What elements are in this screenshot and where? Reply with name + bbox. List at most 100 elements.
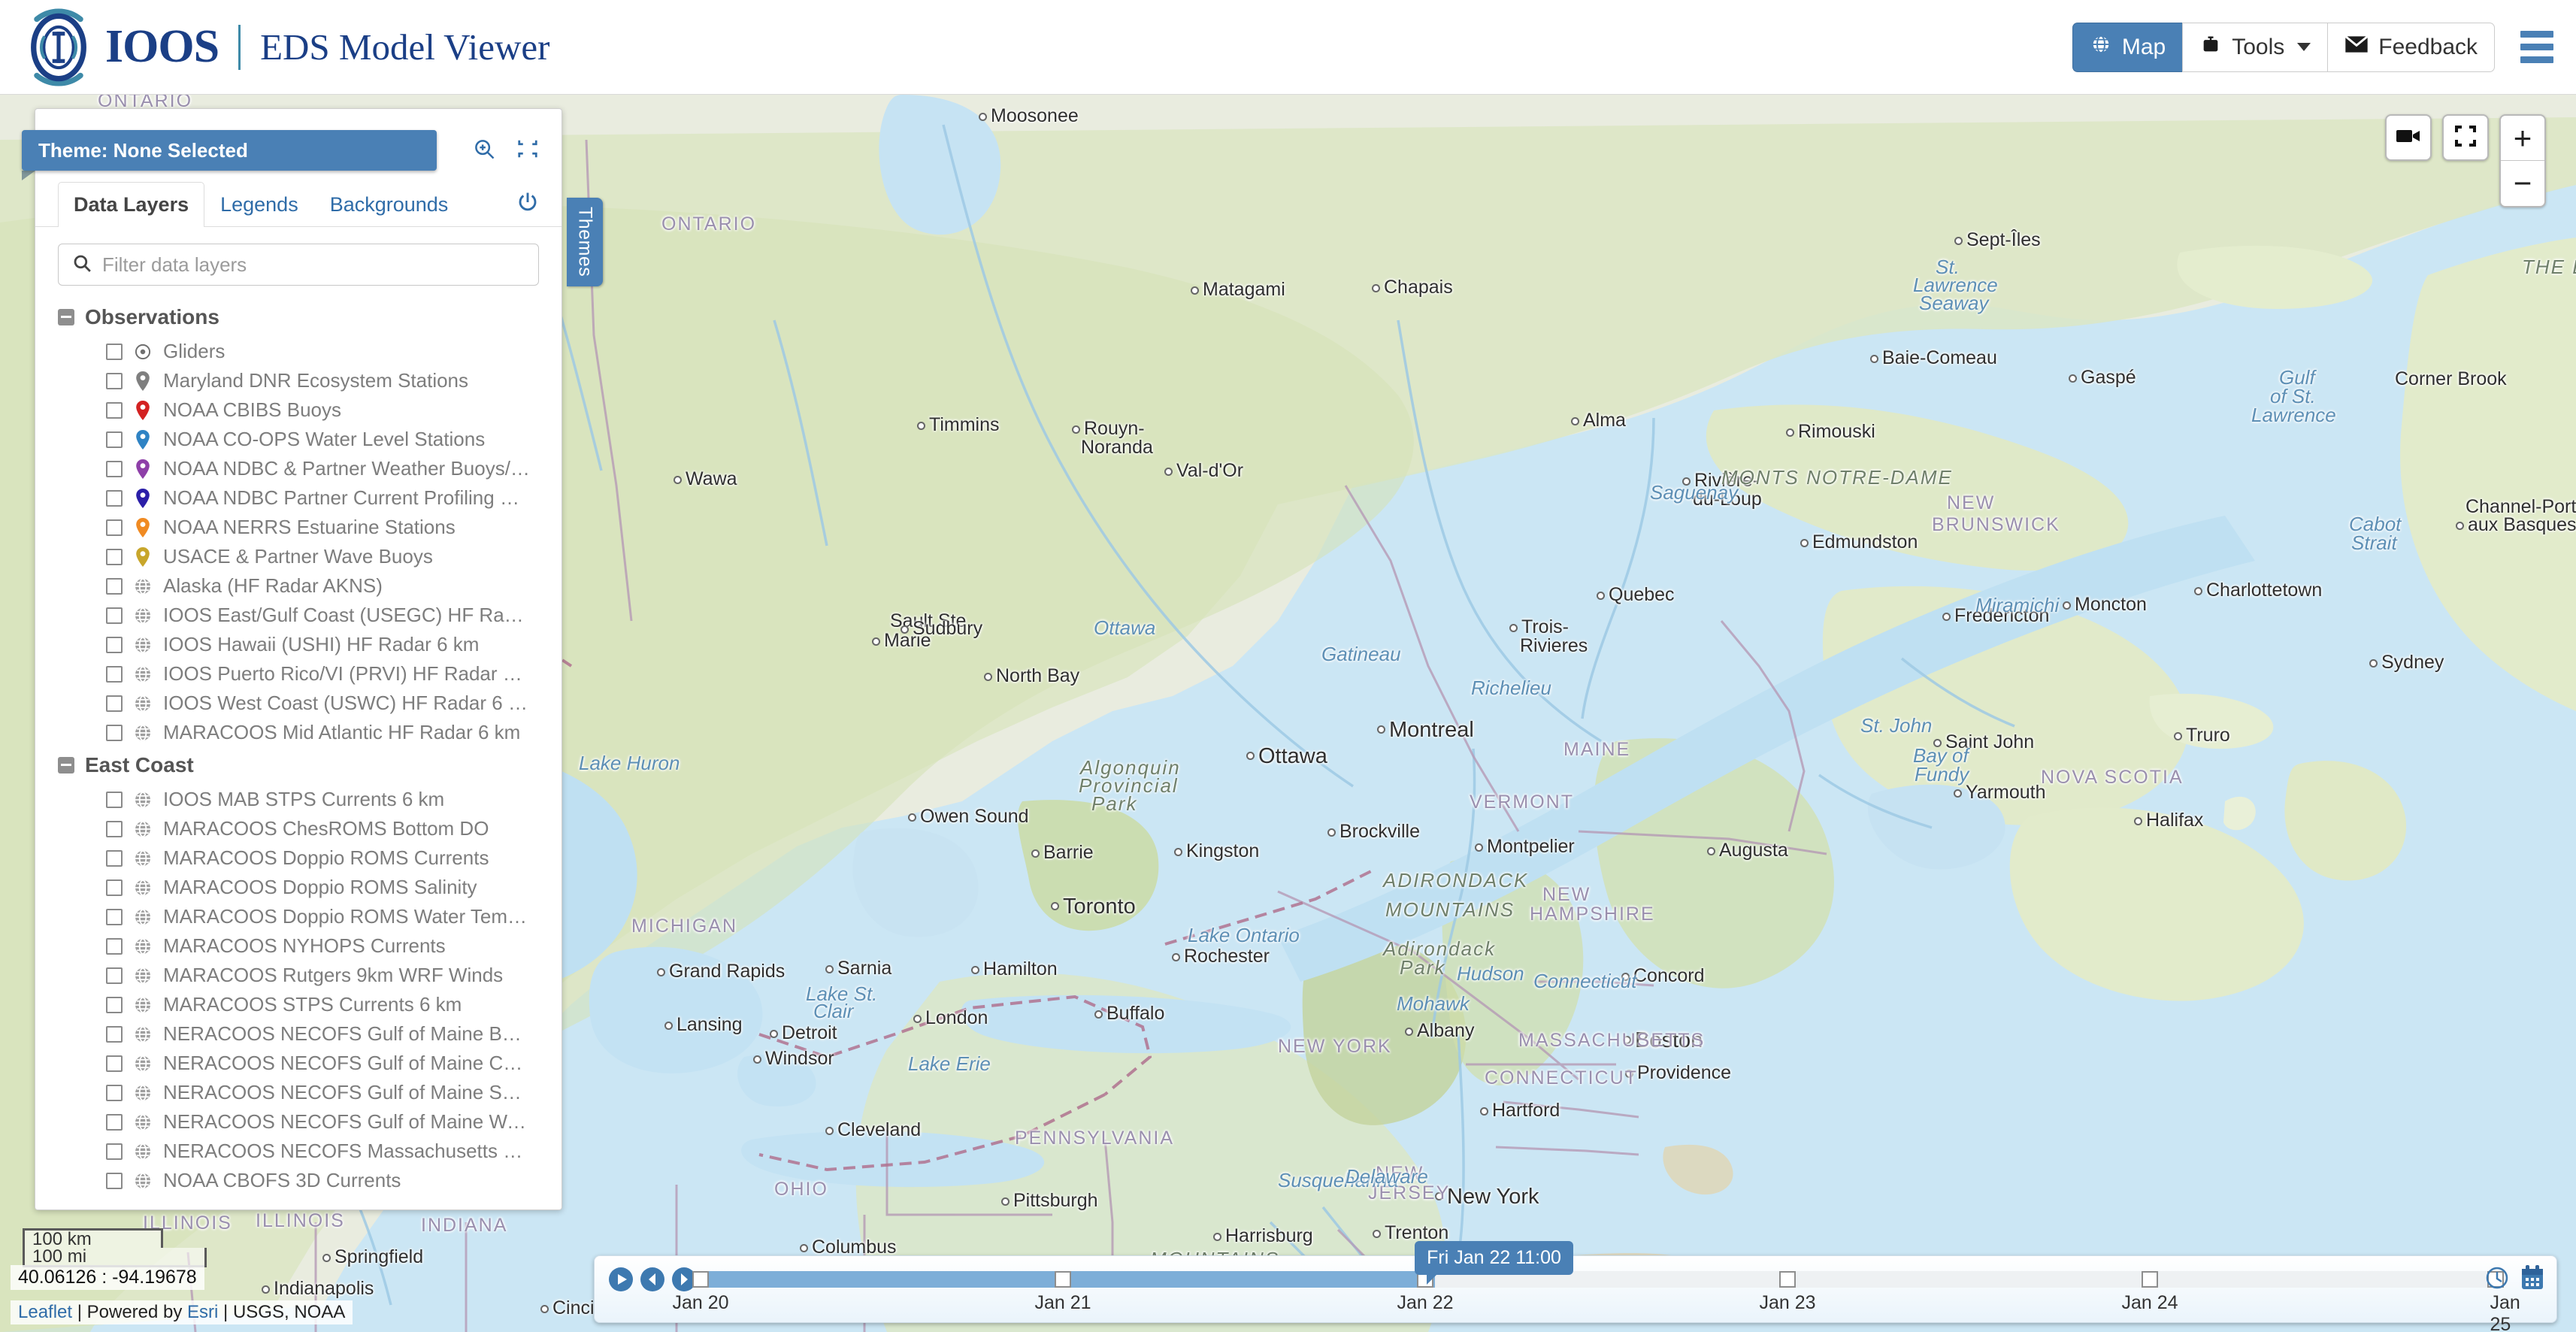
layer-row[interactable]: IOOS Puerto Rico/VI (PRVI) HF Radar 6 km <box>35 659 562 689</box>
tab-legends[interactable]: Legends <box>204 182 314 227</box>
layer-checkbox[interactable] <box>106 401 123 419</box>
layer-checkbox[interactable] <box>106 791 123 808</box>
fullscreen-button[interactable] <box>2442 114 2489 161</box>
layer-checkbox[interactable] <box>106 967 123 984</box>
layer-checkbox[interactable] <box>106 695 123 712</box>
play-button-icon[interactable] <box>608 1267 634 1292</box>
layer-checkbox[interactable] <box>106 607 123 624</box>
layer-checkbox[interactable] <box>106 636 123 653</box>
timeline-tick[interactable] <box>1055 1271 1071 1288</box>
layer-list[interactable]: Observations Gliders Maryland DNR Ecosyste… <box>35 292 562 1209</box>
layer-checkbox[interactable] <box>106 996 123 1013</box>
layer-checkbox[interactable] <box>106 1172 123 1189</box>
layer-checkbox[interactable] <box>106 937 123 955</box>
layer-row[interactable]: Maryland DNR Ecosystem Stations <box>35 366 562 395</box>
layer-row[interactable]: NOAA CO-OPS Water Level Stations <box>35 425 562 454</box>
record-video-button[interactable] <box>2385 114 2432 161</box>
layer-checkbox[interactable] <box>106 1084 123 1101</box>
layer-row[interactable]: NOAA NDBC Partner Current Profiling Stat… <box>35 483 562 513</box>
layer-row[interactable]: MARACOOS Doppio ROMS Currents <box>35 843 562 873</box>
layer-row[interactable]: NOAA CBOFS 3D Currents <box>35 1166 562 1195</box>
layer-row[interactable]: NOAA CBIBS Buoys <box>35 395 562 425</box>
clock-icon[interactable] <box>2484 1265 2510 1294</box>
collapse-minus-icon[interactable] <box>58 309 74 325</box>
layer-checkbox[interactable] <box>106 1143 123 1160</box>
timeline-tick[interactable] <box>692 1271 709 1288</box>
layer-checkbox[interactable] <box>106 577 123 595</box>
layer-row[interactable]: NERACOOS NECOFS Gulf of Maine Currents <box>35 1049 562 1078</box>
calendar-icon[interactable] <box>2520 1265 2544 1294</box>
timeline-tick[interactable] <box>2142 1271 2158 1288</box>
layer-checkbox[interactable] <box>106 460 123 477</box>
layer-checkbox[interactable] <box>106 1025 123 1043</box>
layer-checkbox[interactable] <box>106 665 123 683</box>
layer-checkbox[interactable] <box>106 489 123 507</box>
layer-checkbox[interactable] <box>106 820 123 837</box>
layer-checkbox[interactable] <box>106 1113 123 1131</box>
layer-row[interactable]: MARACOOS NYHOPS Currents <box>35 931 562 961</box>
layer-label: IOOS East/Gulf Coast (USEGC) HF Radar 6 … <box>163 604 531 626</box>
layer-group-header[interactable]: East Coast <box>35 747 562 785</box>
timeline-slider-track[interactable] <box>692 1271 2504 1288</box>
themes-tab[interactable]: Themes <box>567 198 603 286</box>
layer-row[interactable]: MARACOOS STPS Currents 6 km <box>35 990 562 1019</box>
layer-row[interactable]: Gliders <box>35 337 562 366</box>
layer-row[interactable]: MARACOOS ChesROMS Bottom DO <box>35 814 562 843</box>
layer-row[interactable]: IOOS MAB STPS Currents 6 km <box>35 785 562 814</box>
step-back-icon[interactable] <box>640 1267 665 1292</box>
timeline-tick[interactable] <box>1779 1271 1796 1288</box>
zoom-search-icon[interactable] <box>473 138 495 164</box>
tools-button[interactable]: Tools <box>2182 22 2328 72</box>
layer-row[interactable]: NERACOOS NECOFS Gulf of Maine Surfac… <box>35 1078 562 1107</box>
zoom-out-button[interactable]: − <box>2501 161 2544 206</box>
map-button[interactable]: Map <box>2072 22 2183 72</box>
globe-grid-icon <box>132 907 153 928</box>
feedback-button[interactable]: Feedback <box>2327 22 2495 72</box>
layer-checkbox[interactable] <box>106 908 123 925</box>
leaflet-link[interactable]: Leaflet <box>18 1302 72 1322</box>
layer-checkbox[interactable] <box>106 879 123 896</box>
globe-icon <box>2090 33 2112 62</box>
layer-checkbox[interactable] <box>106 343 123 360</box>
layer-row[interactable]: IOOS Hawaii (USHI) HF Radar 6 km <box>35 630 562 659</box>
collapse-arrows-icon[interactable] <box>516 138 539 164</box>
layer-row[interactable]: MARACOOS Doppio ROMS Salinity <box>35 873 562 902</box>
theme-selector-bar[interactable]: Theme: None Selected <box>22 130 437 180</box>
layer-checkbox[interactable] <box>106 519 123 536</box>
hamburger-menu-icon[interactable] <box>2516 26 2558 68</box>
zoom-in-button[interactable]: + <box>2501 116 2544 161</box>
power-toggle-icon[interactable] <box>516 191 539 226</box>
layer-row[interactable]: NERACOOS NECOFS Massachusetts Bay C… <box>35 1137 562 1166</box>
map-city-marker <box>1707 847 1715 855</box>
layer-row[interactable]: Alaska (HF Radar AKNS) <box>35 571 562 601</box>
layer-row[interactable]: NERACOOS NECOFS Gulf of Maine Water L… <box>35 1107 562 1137</box>
layer-checkbox[interactable] <box>106 431 123 448</box>
tab-data-layers[interactable]: Data Layers <box>58 182 205 227</box>
layer-checkbox[interactable] <box>106 724 123 741</box>
layer-checkbox[interactable] <box>106 548 123 565</box>
app-header: IOOS EDS Model Viewer Map Tools Feedback <box>0 0 2576 95</box>
layer-row[interactable]: NERACOOS NECOFS Gulf of Maine Bottom… <box>35 1019 562 1049</box>
layer-row[interactable]: IOOS West Coast (USWC) HF Radar 6 km <box>35 689 562 718</box>
layer-row[interactable]: MARACOOS Mid Atlantic HF Radar 6 km <box>35 718 562 747</box>
filter-box[interactable] <box>58 244 539 286</box>
map-city-marker <box>1954 789 1962 798</box>
collapse-minus-icon[interactable] <box>58 757 74 773</box>
tab-backgrounds[interactable]: Backgrounds <box>314 182 465 227</box>
attr-tail: | USGS, NOAA <box>218 1302 346 1322</box>
layer-row[interactable]: MARACOOS Rutgers 9km WRF Winds <box>35 961 562 990</box>
layer-checkbox[interactable] <box>106 849 123 867</box>
layer-row[interactable]: NOAA NDBC & Partner Weather Buoys/Sta… <box>35 454 562 483</box>
layer-row[interactable]: IOOS East/Gulf Coast (USEGC) HF Radar 6 … <box>35 601 562 630</box>
esri-link[interactable]: Esri <box>187 1302 218 1322</box>
layer-checkbox[interactable] <box>106 372 123 389</box>
search-input[interactable] <box>102 253 525 277</box>
layer-group-header[interactable]: Observations <box>35 299 562 337</box>
layer-label: MARACOOS Rutgers 9km WRF Winds <box>163 964 504 986</box>
layer-checkbox[interactable] <box>106 1055 123 1072</box>
layer-row[interactable]: USACE & Partner Wave Buoys <box>35 542 562 571</box>
layer-row[interactable]: NOAA NERRS Estuarine Stations <box>35 513 562 542</box>
layer-row[interactable]: MARACOOS Doppio ROMS Water Tempera… <box>35 902 562 931</box>
globe-grid-icon <box>132 634 153 655</box>
tools-button-label: Tools <box>2232 34 2285 59</box>
